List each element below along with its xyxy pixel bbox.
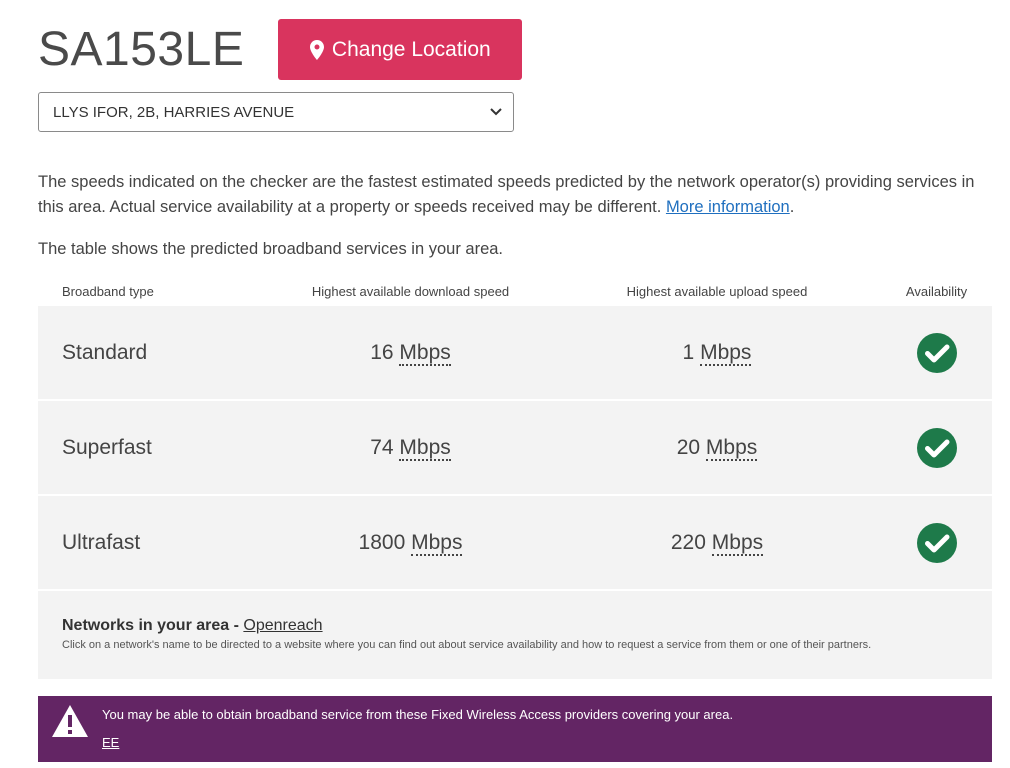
row-upload: 220 Mbps — [553, 530, 881, 556]
warning-text: You may be able to obtain broadband serv… — [102, 707, 734, 722]
warning-triangle-icon — [38, 696, 102, 762]
upload-value: 220 — [670, 530, 706, 554]
table-header: Broadband type Highest available downloa… — [38, 276, 992, 306]
networks-label: Networks in your area - — [62, 617, 244, 634]
intro-text: The speeds indicated on the checker are … — [38, 173, 975, 216]
download-value: 74 — [370, 435, 394, 459]
upload-value: 1 — [682, 340, 695, 364]
table-row: Standard 16 Mbps 1 Mbps — [38, 306, 992, 399]
header: SA153LE Change Location — [38, 19, 523, 80]
more-information-link[interactable]: More information — [666, 198, 790, 216]
row-download: 16 Mbps — [268, 340, 553, 366]
upload-unit[interactable]: Mbps — [705, 435, 758, 461]
header-broadband-type: Broadband type — [62, 283, 154, 299]
row-type: Ultrafast — [62, 530, 141, 554]
row-availability — [881, 427, 992, 468]
table-caption: The table shows the predicted broadband … — [38, 240, 504, 258]
download-unit[interactable]: Mbps — [399, 340, 451, 366]
row-download: 1800 Mbps — [268, 530, 553, 556]
upload-unit[interactable]: Mbps — [711, 530, 764, 556]
change-location-label: Change Location — [331, 37, 491, 61]
networks-note: Click on a network's name to be directed… — [62, 639, 872, 651]
warning-content: You may be able to obtain broadband serv… — [102, 696, 733, 762]
row-type: Superfast — [62, 435, 152, 459]
check-circle-icon — [916, 427, 957, 468]
map-pin-icon — [309, 39, 324, 60]
download-value: 1800 — [358, 530, 406, 554]
ee-provider-link[interactable]: EE — [102, 735, 119, 750]
broadband-table: Broadband type Highest available downloa… — [38, 276, 992, 679]
row-availability — [881, 332, 992, 373]
row-availability — [881, 522, 992, 563]
download-value: 16 — [370, 340, 394, 364]
table-row: Superfast 74 Mbps 20 Mbps — [38, 401, 992, 494]
check-circle-icon — [916, 332, 957, 373]
fwa-warning-banner: You may be able to obtain broadband serv… — [38, 696, 992, 762]
row-type: Standard — [62, 340, 148, 364]
networks-panel: Networks in your area - Openreach Click … — [38, 591, 992, 679]
networks-title: Networks in your area - Openreach — [62, 617, 968, 635]
check-circle-icon — [916, 522, 957, 563]
download-unit[interactable]: Mbps — [399, 435, 451, 461]
upload-value: 20 — [676, 435, 701, 459]
intro-paragraph: The speeds indicated on the checker are … — [38, 170, 988, 220]
header-upload-speed: Highest available upload speed — [626, 283, 808, 299]
table-row: Ultrafast 1800 Mbps 220 Mbps — [38, 496, 992, 589]
header-download-speed: Highest available download speed — [311, 283, 510, 299]
intro-period: . — [789, 198, 795, 216]
download-unit[interactable]: Mbps — [411, 530, 463, 556]
upload-unit[interactable]: Mbps — [700, 340, 752, 366]
openreach-link[interactable]: Openreach — [243, 617, 322, 634]
row-upload: 1 Mbps — [553, 340, 881, 366]
change-location-button[interactable]: Change Location — [278, 19, 523, 80]
chevron-down-icon — [489, 105, 503, 119]
postcode-title: SA153LE — [38, 22, 245, 76]
header-availability: Availability — [905, 283, 968, 299]
row-download: 74 Mbps — [268, 435, 553, 461]
address-select[interactable]: LLYS IFOR, 2B, HARRIES AVENUE — [38, 92, 514, 132]
address-selected-value: LLYS IFOR, 2B, HARRIES AVENUE — [53, 103, 295, 121]
row-upload: 20 Mbps — [553, 435, 881, 461]
